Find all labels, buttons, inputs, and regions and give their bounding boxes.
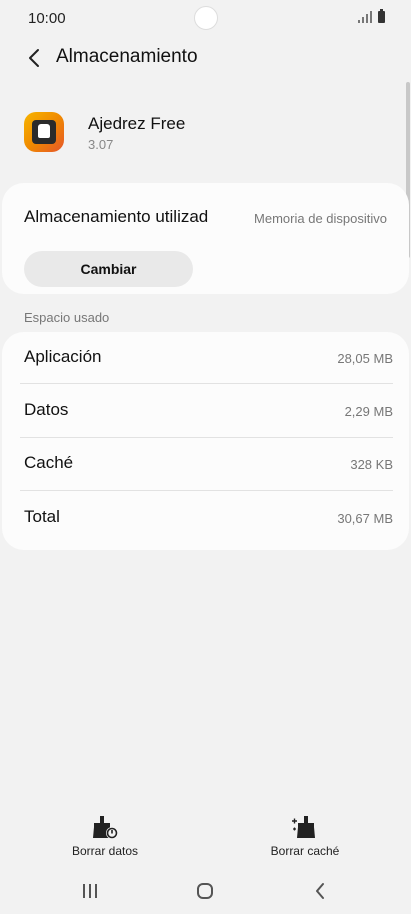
header: Almacenamiento [0,36,411,80]
app-info: Ajedrez Free 3.07 [0,96,411,168]
usage-value: 30,67 MB [337,511,393,526]
change-storage-button[interactable]: Cambiar [24,251,193,287]
page-title: Almacenamiento [56,46,198,67]
status-icons [358,9,385,23]
bottom-actions: Borrar datos Borrar caché [0,806,411,866]
clear-cache-button[interactable]: Borrar caché [235,806,375,866]
usage-row-total: Total 30,67 MB [20,492,393,545]
usage-value: 28,05 MB [337,351,393,366]
space-used-card: Aplicación 28,05 MB Datos 2,29 MB Caché … [2,332,409,550]
clear-data-button[interactable]: Borrar datos [35,806,175,866]
clear-data-label: Borrar datos [71,844,139,858]
app-name: Ajedrez Free [88,114,186,133]
chess-app-icon [24,112,64,152]
usage-label: Caché [24,453,74,472]
back-icon [316,883,324,899]
usage-label: Aplicación [24,347,102,366]
section-title-space-used: Espacio usado [24,310,110,325]
usage-value: 328 KB [350,457,393,472]
usage-row-cache: Caché 328 KB [20,438,393,491]
status-time: 10:00 [28,10,66,27]
navigation-bar [0,868,411,914]
usage-label: Total [24,507,60,526]
usage-label: Datos [24,400,69,419]
recent-apps-button[interactable] [70,878,110,904]
home-icon [197,883,213,899]
usage-value: 2,29 MB [344,404,393,419]
divider [20,490,393,491]
camera-cutout [194,6,218,30]
storage-card: Almacenamiento utilizad Memoria de dispo… [2,183,409,294]
signal-icon [358,11,372,23]
home-button[interactable] [185,878,225,904]
app-version: 3.07 [88,137,114,152]
divider [20,383,393,384]
status-bar: 10:00 [0,0,411,36]
chevron-left-icon [29,49,39,67]
clear-cache-icon [292,816,315,838]
clear-cache-label: Borrar caché [270,844,340,858]
clear-data-icon [93,816,118,839]
recent-apps-icon [83,884,97,898]
storage-used-label: Almacenamiento utilizad [24,207,209,226]
storage-location-value: Memoria de dispositivo [254,211,387,226]
battery-icon [378,9,385,23]
usage-row-application: Aplicación 28,05 MB [20,332,393,385]
nav-back-button[interactable] [300,878,340,904]
usage-row-data: Datos 2,29 MB [20,385,393,438]
back-button[interactable] [20,44,48,72]
